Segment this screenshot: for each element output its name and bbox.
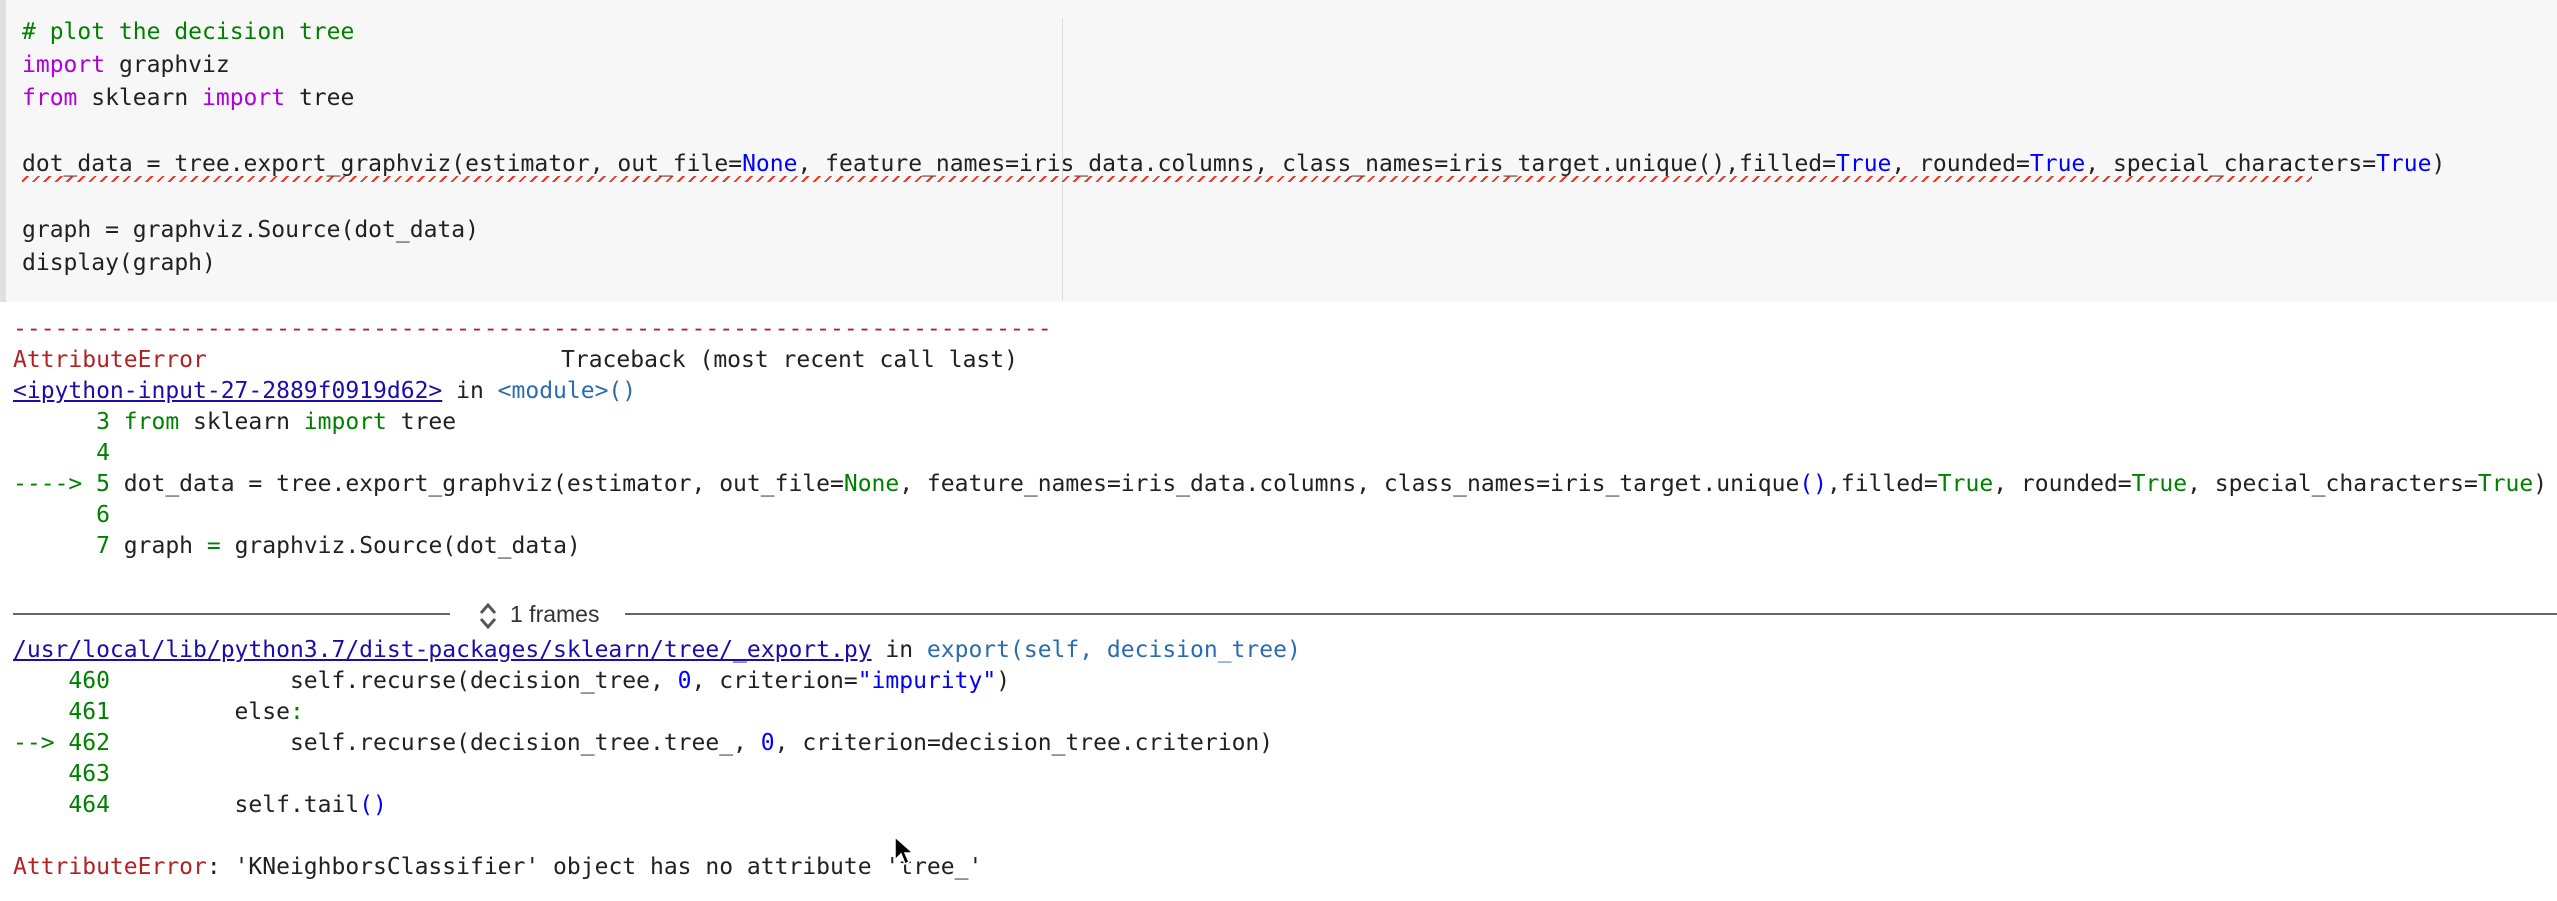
code-token: = xyxy=(206,533,221,559)
frames-toggle-button[interactable]: 1 frames xyxy=(478,598,599,630)
code-token: from xyxy=(123,409,180,435)
frames-label: 1 frames xyxy=(510,601,600,627)
code-token: True xyxy=(2029,151,2086,177)
frames-toggle-bar[interactable]: 1 frames xyxy=(13,598,2557,630)
code-token: , feature_names=iris_data.columns, class… xyxy=(899,471,1800,497)
line-number: ----> 5 xyxy=(13,471,124,497)
code-token: from xyxy=(22,85,78,111)
code-token: tree xyxy=(386,409,457,435)
traceback-header-line: AttributeError Traceback (most recent cal… xyxy=(13,345,1018,376)
line-number: 4 xyxy=(13,440,124,466)
code-token: True xyxy=(1937,471,1994,497)
file-in-text: in xyxy=(871,637,927,663)
code-token: ,filled= xyxy=(1827,471,1938,497)
code-token: None xyxy=(742,151,798,177)
traceback-line: 463 xyxy=(13,759,124,790)
input-frame-line: <ipython-input-27-2889f0919d62> in <modu… xyxy=(13,376,636,407)
code-token: graphviz.Source(dot_data) xyxy=(220,533,581,559)
lint-warning-underline xyxy=(22,176,2312,182)
line-number: 460 xyxy=(13,668,124,694)
code-token: graphviz xyxy=(105,52,230,78)
line-number: 7 xyxy=(13,533,124,559)
code-token: ) xyxy=(996,668,1011,694)
function-name: export(self, decision_tree) xyxy=(926,637,1301,663)
code-token: , rounded= xyxy=(1993,471,2132,497)
code-token: True xyxy=(2131,471,2188,497)
traceback-line: 7 graph = graphviz.Source(dot_data) xyxy=(13,531,581,562)
code-token: , feature_names=iris_data.columns, class… xyxy=(797,151,1836,177)
final-error-line: AttributeError: 'KNeighborsClassifier' o… xyxy=(13,852,982,883)
code-token: # plot the decision tree xyxy=(22,19,355,45)
line-number: 463 xyxy=(13,761,124,787)
mouse-cursor-icon xyxy=(894,836,915,866)
file-frame-line: /usr/local/lib/python3.7/dist-packages/s… xyxy=(13,635,1301,666)
traceback-line: --> 462 self.recurse(decision_tree.tree_… xyxy=(13,728,1273,759)
code-token: self.recurse(decision_tree, xyxy=(123,668,678,694)
traceback-line: 460 self.recurse(decision_tree, 0, crite… xyxy=(13,666,1010,697)
code-token: import xyxy=(22,52,106,78)
error-name: AttributeError xyxy=(13,347,207,373)
code-token: else xyxy=(123,699,290,725)
code-token: () xyxy=(359,792,387,818)
traceback-line: ----> 5 dot_data = tree.export_graphviz(… xyxy=(13,469,2547,500)
line-number: --> 462 xyxy=(13,730,124,756)
code-token: True xyxy=(2376,151,2432,177)
code-token: ) xyxy=(2431,151,2446,177)
code-token: , rounded= xyxy=(1891,151,2030,177)
code-token: 0 xyxy=(760,730,775,756)
code-line: graph = graphviz.Source(dot_data) xyxy=(22,214,479,247)
traceback-header: Traceback (most recent call last) xyxy=(561,347,1018,373)
code-token: dot_data = tree.export_graphviz(estimato… xyxy=(22,151,743,177)
code-token: ) xyxy=(2533,471,2548,497)
code-token: self.recurse(decision_tree.tree_, xyxy=(123,730,761,756)
expand-collapse-icon xyxy=(479,602,497,630)
code-token: import xyxy=(303,409,387,435)
code-token: dot_data = tree.export_graphviz(estimato… xyxy=(123,471,844,497)
code-token: () xyxy=(1799,471,1828,497)
line-number: 464 xyxy=(13,792,124,818)
code-line: # plot the decision tree xyxy=(22,16,354,49)
code-token: "impurity" xyxy=(857,668,997,694)
code-line: from sklearn import tree xyxy=(22,82,354,115)
code-token: graph = graphviz.Source(dot_data) xyxy=(22,217,479,243)
code-token: sklearn xyxy=(179,409,304,435)
frames-divider-left xyxy=(13,613,450,615)
code-token: , criterion= xyxy=(691,668,858,694)
ipython-input-link[interactable]: <ipython-input-27-2889f0919d62> xyxy=(13,378,442,404)
traceback-separator: ----------------------------------------… xyxy=(13,316,1052,342)
traceback-line: 461 else: xyxy=(13,697,304,728)
code-token: tree xyxy=(285,85,355,111)
file-path-link[interactable]: /usr/local/lib/python3.7/dist-packages/s… xyxy=(13,637,872,663)
code-token: graph xyxy=(123,533,207,559)
code-token: self.tail xyxy=(123,792,360,818)
code-line: display(graph) xyxy=(22,247,216,280)
final-error-name: AttributeError xyxy=(13,854,207,880)
code-token: 0 xyxy=(677,668,692,694)
code-token: : xyxy=(289,699,304,725)
code-line: import graphviz xyxy=(22,49,230,82)
frames-divider-right xyxy=(625,613,2557,615)
code-token: , criterion=decision_tree.criterion) xyxy=(774,730,1274,756)
traceback-line: 6 xyxy=(13,500,124,531)
code-token: sklearn xyxy=(77,85,203,111)
in-text: in xyxy=(442,378,498,404)
line-number: 3 xyxy=(13,409,124,435)
code-token: , special_characters= xyxy=(2187,471,2478,497)
code-token: True xyxy=(1836,151,1892,177)
code-token: , special_characters= xyxy=(2085,151,2377,177)
traceback-line: 464 self.tail() xyxy=(13,790,387,821)
line-number: 6 xyxy=(13,502,124,528)
code-token: None xyxy=(843,471,900,497)
module-name: <module>() xyxy=(497,378,637,404)
final-error-message: : 'KNeighborsClassifier' object has no a… xyxy=(206,854,983,880)
code-token: import xyxy=(202,85,286,111)
traceback-line: 4 xyxy=(13,438,124,469)
line-number: 461 xyxy=(13,699,124,725)
code-cell-input[interactable]: # plot the decision tree import graphviz f… xyxy=(0,0,2557,302)
code-token: True xyxy=(2477,471,2534,497)
traceback-line: 3 from sklearn import tree xyxy=(13,407,456,438)
code-token: display(graph) xyxy=(22,250,216,276)
